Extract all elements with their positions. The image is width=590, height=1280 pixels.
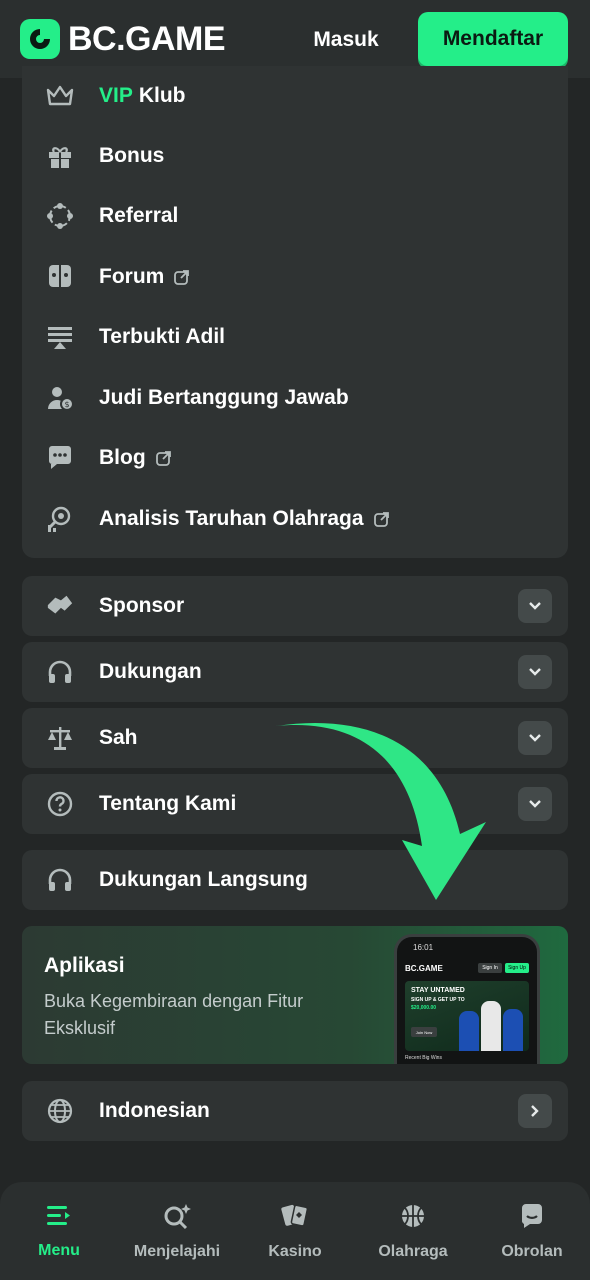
forum-icon <box>46 263 74 291</box>
nav-label: Olahraga <box>378 1242 448 1260</box>
menu-item-label: Referral <box>99 204 179 227</box>
phone-logo: BC.GAME <box>405 963 443 973</box>
headphones-icon <box>46 866 74 894</box>
chevron-down-icon[interactable] <box>518 721 552 755</box>
player-figure <box>503 1009 523 1051</box>
language-selector[interactable]: Indonesian <box>22 1081 568 1141</box>
menu-item-responsible-gambling[interactable]: $ Judi Bertanggung Jawab <box>22 372 568 424</box>
menu-item-provably-fair[interactable]: Terbukti Adil <box>22 311 568 363</box>
basketball-icon <box>399 1202 427 1235</box>
player-figure <box>481 1001 501 1051</box>
player-figure <box>459 1011 479 1051</box>
menu-item-vip-club[interactable]: VIP Klub <box>22 70 568 122</box>
bcgame-logo[interactable]: BC.GAME <box>20 14 226 64</box>
svg-text:$: $ <box>64 400 69 409</box>
menu-item-label: Klub <box>138 84 186 107</box>
section-about[interactable]: Tentang Kami <box>22 774 568 834</box>
phone-hero-title: STAY UNTAMED <box>411 987 465 994</box>
phone-status-time: 16:01 <box>413 943 434 952</box>
app-banner-title: Aplikasi <box>44 954 125 977</box>
nav-menu[interactable]: Menu <box>18 1182 100 1280</box>
live-support-label: Dukungan Langsung <box>99 868 308 891</box>
analysis-icon <box>46 505 74 533</box>
nav-label: Menjelajahi <box>133 1242 221 1260</box>
logo-text: BC.GAME <box>68 19 226 58</box>
responsible-icon: $ <box>46 384 74 412</box>
section-support[interactable]: Dukungan <box>22 642 568 702</box>
crown-icon <box>46 82 74 110</box>
menu-item-sports-analysis[interactable]: Analisis Taruhan Olahraga <box>22 493 568 545</box>
phone-hero-sub: SIGN UP & GET UP TO <box>411 997 465 1003</box>
language-label: Indonesian <box>99 1099 210 1122</box>
nav-label: Kasino <box>268 1242 322 1260</box>
section-label: Sah <box>99 726 138 749</box>
chat-icon <box>46 444 74 472</box>
app-download-banner[interactable]: Aplikasi Buka Kegembiraan dengan Fitur E… <box>22 926 568 1064</box>
globe-icon <box>46 1097 74 1125</box>
menu-item-label: Forum <box>99 265 165 288</box>
gift-icon <box>46 142 74 170</box>
menu-item-blog[interactable]: Blog <box>22 432 568 484</box>
chevron-down-icon[interactable] <box>518 787 552 821</box>
menu-item-bonus[interactable]: Bonus <box>22 130 568 182</box>
section-label: Sponsor <box>99 594 185 617</box>
signin-button[interactable]: Masuk <box>300 22 392 58</box>
nav-label: Menu <box>38 1241 80 1259</box>
phone-mockup: 16:01 BC.GAME Sign In Sign Up STAY UNTAM… <box>394 934 540 1064</box>
fairness-icon <box>46 323 74 351</box>
chevron-right-icon[interactable] <box>518 1094 552 1128</box>
chevron-down-icon[interactable] <box>518 655 552 689</box>
menu-item-label: Terbukti Adil <box>99 325 225 348</box>
handshake-icon <box>46 592 74 620</box>
referral-icon <box>46 202 74 230</box>
section-label: Tentang Kami <box>99 792 237 815</box>
nav-label: Obrolan <box>501 1242 563 1260</box>
app-banner-subtitle: Buka Kegembiraan dengan Fitur Eksklusif <box>44 991 304 1038</box>
menu-item-forum[interactable]: Forum <box>22 251 568 303</box>
external-link-icon <box>174 269 190 285</box>
nav-explore[interactable]: Menjelajahi <box>128 1182 226 1280</box>
section-sponsor[interactable]: Sponsor <box>22 576 568 636</box>
cards-icon <box>280 1202 310 1235</box>
menu-item-label: Bonus <box>99 144 165 167</box>
section-label: Dukungan <box>99 660 202 683</box>
logo-icon <box>20 19 60 59</box>
signup-button[interactable]: Mendaftar <box>418 12 568 66</box>
phone-signin: Sign In <box>478 963 502 973</box>
nav-casino[interactable]: Kasino <box>258 1182 332 1280</box>
menu-list: VIP Klub Bonus Referral Forum Terbukti A… <box>22 66 568 558</box>
menu-item-label: Blog <box>99 446 146 469</box>
nav-sports[interactable]: Olahraga <box>368 1182 458 1280</box>
chevron-down-icon[interactable] <box>518 589 552 623</box>
chat-bubble-icon <box>518 1202 546 1235</box>
external-link-icon <box>155 450 172 466</box>
section-legal[interactable]: Sah <box>22 708 568 768</box>
phone-hero: STAY UNTAMED SIGN UP & GET UP TO $20,000… <box>405 981 529 1051</box>
scale-icon <box>46 724 74 752</box>
phone-signup: Sign Up <box>505 963 529 973</box>
phone-join: Join Now <box>411 1027 437 1037</box>
menu-item-label: Analisis Taruhan Olahraga <box>99 507 364 530</box>
menu-item-referral[interactable]: Referral <box>22 190 568 242</box>
live-support-button[interactable]: Dukungan Langsung <box>22 850 568 910</box>
headphones-icon <box>46 658 74 686</box>
question-icon <box>46 790 74 818</box>
bottom-navigation: Menu Menjelajahi Kasino Olahraga Obrolan <box>0 1182 590 1280</box>
external-link-icon <box>373 511 390 527</box>
menu-icon <box>45 1203 73 1234</box>
phone-hero-amount: $20,000.00 <box>411 1005 437 1011</box>
explore-icon <box>162 1202 192 1235</box>
nav-chat[interactable]: Obrolan <box>492 1182 572 1280</box>
menu-item-label: Judi Bertanggung Jawab <box>99 386 349 409</box>
phone-recent-wins: Recent Big Wins <box>405 1055 442 1061</box>
vip-label: VIP <box>99 84 133 107</box>
